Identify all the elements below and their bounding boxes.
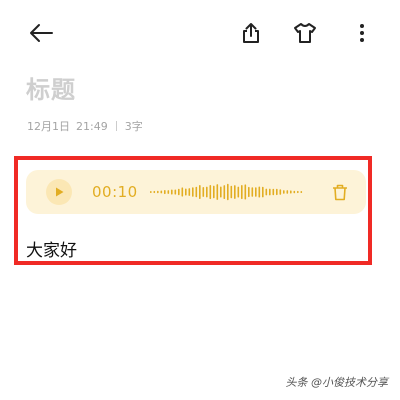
- note-date: 12月1日: [27, 120, 70, 133]
- back-button[interactable]: [28, 20, 54, 46]
- note-title-placeholder[interactable]: 标题: [26, 70, 76, 105]
- char-count: 3字: [124, 120, 143, 133]
- more-options-button[interactable]: [349, 20, 375, 46]
- meta-divider: [115, 121, 117, 131]
- share-icon: [243, 23, 259, 43]
- watermark: 头条 @小俊技术分享: [285, 376, 389, 389]
- note-editor-screen: 标题 12月1日 21:49 3字 00:10 大家好 头条 @小俊技术分享: [0, 0, 400, 400]
- more-vertical-icon: [360, 24, 364, 42]
- back-arrow-icon: [30, 24, 53, 42]
- note-meta: 12月1日 21:49 3字: [27, 118, 143, 134]
- share-button[interactable]: [238, 20, 264, 46]
- theme-button[interactable]: [292, 20, 318, 46]
- highlight-annotation-box: [14, 156, 372, 265]
- tshirt-icon: [294, 23, 316, 43]
- note-time: 21:49: [76, 119, 108, 133]
